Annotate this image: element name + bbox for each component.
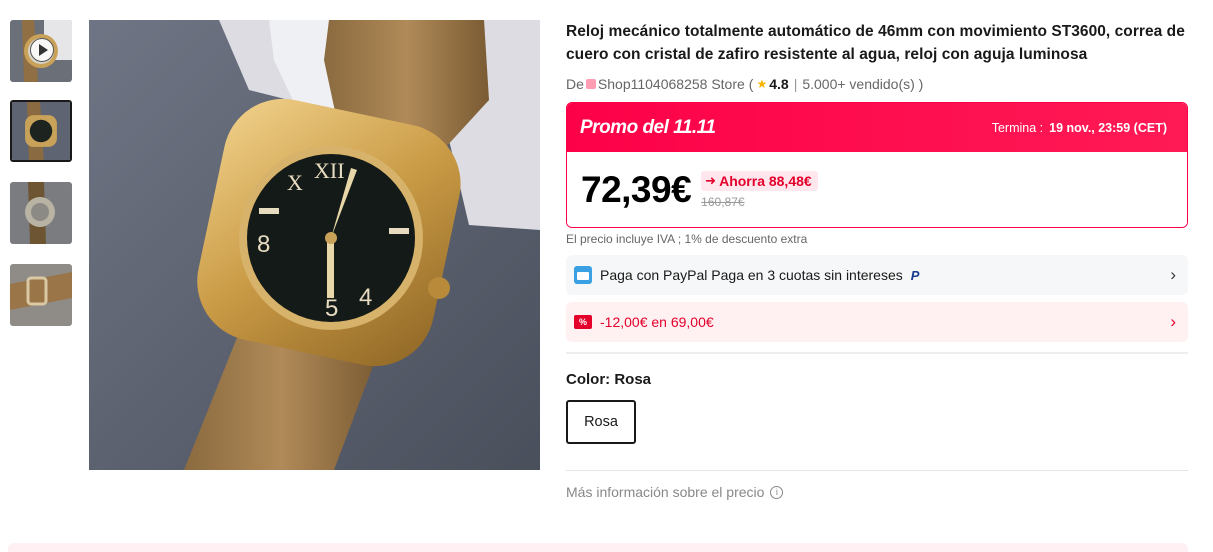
watch-image: X XII 8 5 4 [89, 20, 540, 470]
svg-text:XII: XII [314, 158, 345, 183]
promo-ends-date: 19 nov., 23:59 (CET) [1049, 120, 1167, 135]
saving-arrow-icon: ➜ [705, 172, 717, 188]
store-line: De Shop1104068258 Store ( ★ 4.8 | 5.000+… [566, 74, 1188, 94]
divider [566, 470, 1188, 471]
svg-text:5: 5 [325, 295, 338, 322]
svg-text:X: X [287, 170, 303, 195]
svg-text:8: 8 [257, 231, 270, 258]
info-icon: i [770, 485, 784, 499]
thumbnail-front[interactable] [10, 100, 72, 162]
promo-ends-label: Termina : [991, 120, 1044, 135]
saving-badge: ➜ Ahorra 88,48€ [701, 170, 818, 191]
watch-thumbnail-image [10, 182, 72, 244]
paypal-label: Paga con PayPal Paga en 3 cuotas sin int… [600, 267, 1170, 283]
original-price: 160,87€ [701, 194, 745, 209]
store-prefix: De [566, 76, 584, 92]
chevron-right-icon: › [1170, 312, 1176, 331]
product-main-image[interactable]: X XII 8 5 4 [89, 20, 540, 470]
calendar-icon [574, 266, 592, 284]
promo-header: Promo del 11.11 Termina : 19 nov., 23:59 … [567, 103, 1187, 152]
watch-thumbnail-image [12, 102, 70, 160]
more-info-text: Más información sobre el precio [566, 484, 765, 500]
product-title: Reloj mecánico totalmente automático de … [566, 23, 1185, 63]
coupon-icon: % [574, 315, 592, 329]
paypal-installments-row[interactable]: Paga con PayPal Paga en 3 cuotas sin int… [566, 255, 1188, 295]
chevron-right-icon: › [1170, 265, 1176, 284]
color-label: Color: Rosa [566, 371, 652, 388]
current-price: 72,39€ [581, 168, 692, 210]
price-savings: ➜ Ahorra 88,48€ 160,87€ [701, 170, 818, 209]
play-icon [30, 38, 54, 62]
store-icon [585, 79, 596, 89]
thumbnail-video[interactable] [10, 20, 72, 82]
paypal-text: Paga con PayPal Paga en 3 cuotas sin int… [600, 267, 903, 283]
store-link[interactable]: Shop1104068258 Store [598, 76, 745, 92]
tax-note: El precio incluye IVA ; 1% de descuento … [566, 232, 808, 246]
coupon-row[interactable]: % -12,00€ en 69,00€ › [566, 302, 1188, 342]
store-rating: 4.8 [769, 76, 789, 92]
svg-text:4: 4 [359, 284, 372, 311]
more-price-info-link[interactable]: Más información sobre el precio i [566, 484, 1188, 500]
sold-count: 5.000+ vendido(s) ) [802, 76, 924, 92]
separator: | [793, 76, 798, 92]
price-row: 72,39€ ➜ Ahorra 88,48€ 160,87€ [567, 152, 1187, 227]
watch-thumbnail-image [10, 264, 72, 326]
product-info-panel: Reloj mecánico totalmente automático de … [566, 20, 1188, 500]
paypal-icon: P [910, 268, 920, 283]
coupon-label: -12,00€ en 69,00€ [600, 314, 714, 330]
open-paren: ( [748, 76, 754, 92]
saving-amount: Ahorra 88,48€ [719, 172, 812, 189]
color-option-rosa[interactable]: Rosa [566, 400, 636, 444]
divider [566, 352, 1188, 354]
promo-countdown: Termina : 19 nov., 23:59 (CET) [992, 121, 1167, 135]
star-icon: ★ [756, 77, 768, 91]
promo-box: Promo del 11.11 Termina : 19 nov., 23:59 … [566, 102, 1188, 228]
thumbnail-back[interactable] [10, 182, 72, 244]
thumbnail-buckle[interactable] [10, 264, 72, 326]
promo-title: Promo del 11.11 [580, 116, 716, 138]
bottom-banner-edge [8, 543, 1188, 552]
